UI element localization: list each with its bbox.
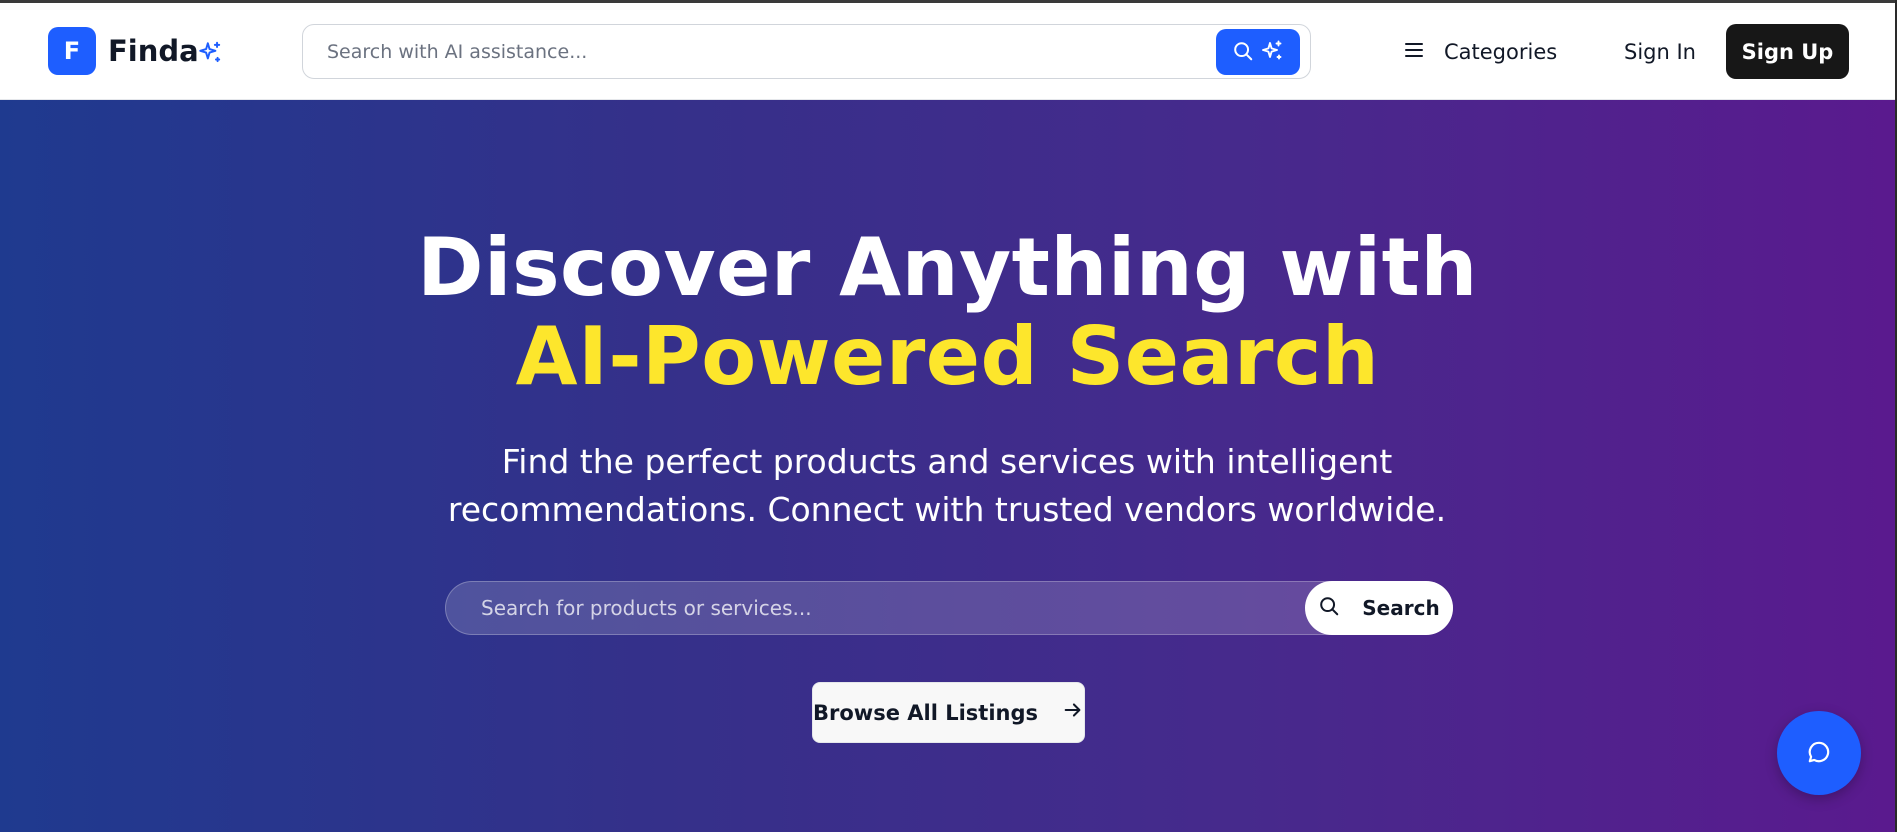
sign-in-button[interactable]: Sign In bbox=[1624, 33, 1696, 71]
hero-search-input[interactable] bbox=[446, 582, 1296, 634]
arrow-right-icon bbox=[1062, 699, 1084, 726]
ai-search-button[interactable] bbox=[1216, 29, 1300, 75]
hero-search-bar: Search bbox=[445, 581, 1453, 635]
browse-label: Browse All Listings bbox=[813, 700, 1039, 725]
hero-section: Discover Anything with AI-Powered Search… bbox=[0, 100, 1895, 832]
chat-bubble-icon bbox=[1806, 739, 1832, 768]
sign-up-button[interactable]: Sign Up bbox=[1726, 24, 1849, 79]
logo-letter: F bbox=[63, 37, 81, 65]
hamburger-menu-icon bbox=[1404, 40, 1424, 65]
ai-search-input[interactable] bbox=[303, 25, 1203, 78]
chat-button[interactable] bbox=[1777, 711, 1861, 795]
categories-button[interactable]: Categories bbox=[1404, 33, 1557, 71]
search-icon bbox=[1232, 40, 1254, 65]
top-navbar: F Finda Search with AI assistance... Cat… bbox=[0, 3, 1897, 100]
hero-search-button-label: Search bbox=[1362, 596, 1440, 620]
brand-logo[interactable]: F bbox=[48, 27, 96, 75]
sparkles-icon bbox=[1260, 39, 1284, 66]
hero-search-button[interactable]: Search bbox=[1305, 581, 1453, 635]
ai-search-bar bbox=[302, 24, 1311, 79]
categories-label: Categories bbox=[1444, 40, 1558, 64]
hero-title: Discover Anything with bbox=[417, 221, 1478, 314]
brand-name[interactable]: Finda bbox=[108, 33, 199, 69]
search-icon bbox=[1318, 595, 1340, 622]
hero-title-accent: AI-Powered Search bbox=[515, 310, 1380, 403]
sparkles-icon bbox=[197, 40, 223, 66]
hero-subtitle: Find the perfect products and services w… bbox=[447, 442, 1447, 529]
browse-all-listings-button[interactable]: Browse All Listings bbox=[812, 682, 1085, 743]
